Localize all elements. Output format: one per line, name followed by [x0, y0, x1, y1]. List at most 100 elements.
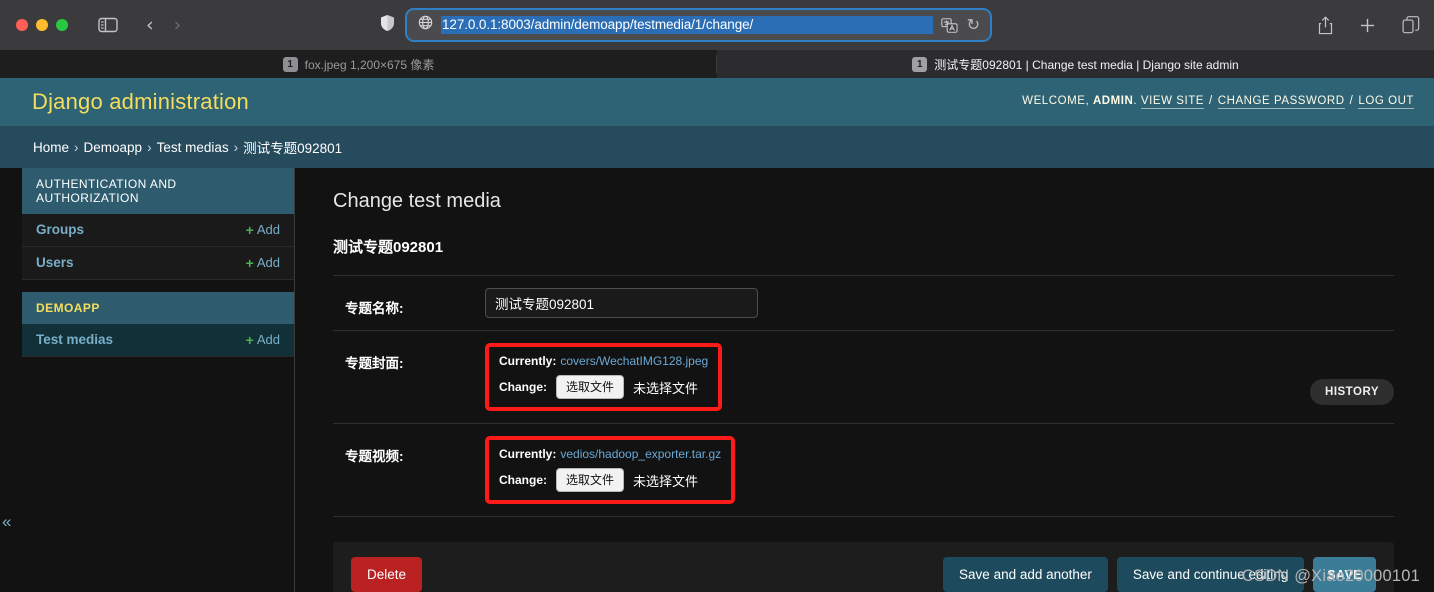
- field-label-name: 专题名称:: [345, 301, 404, 316]
- change-password-link[interactable]: CHANGE PASSWORD: [1217, 95, 1345, 109]
- toolbar-right-actions: [1318, 0, 1420, 50]
- change-form: 专题名称: 专题封面: Currently: covers/WechatIMG1…: [333, 275, 1394, 517]
- main-content: Change test media 测试专题092801 HISTORY 专题名…: [295, 168, 1434, 592]
- add-test-media-link[interactable]: + Add: [246, 332, 280, 347]
- sidebar-item-test-medias[interactable]: Test medias + Add: [22, 324, 294, 357]
- log-out-link[interactable]: LOG OUT: [1358, 95, 1414, 109]
- change-label: Change:: [499, 380, 547, 394]
- change-line-cover: Change: 选取文件 未选择文件: [499, 375, 708, 399]
- browser-tab-0[interactable]: 1 fox.jpeg 1,200×675 像素: [0, 50, 717, 78]
- add-groups-link[interactable]: + Add: [246, 222, 280, 237]
- url-text[interactable]: 127.0.0.1:8003/admin/demoapp/testmedia/1…: [441, 16, 933, 34]
- history-button[interactable]: HISTORY: [1310, 379, 1394, 405]
- breadcrumb-separator: ›: [147, 139, 152, 155]
- current-file-link-cover[interactable]: covers/WechatIMG128.jpeg: [560, 354, 708, 368]
- reload-icon[interactable]: ↻: [967, 15, 980, 35]
- currently-label: Currently:: [499, 354, 557, 368]
- browser-tab-bar: 1 fox.jpeg 1,200×675 像素 1 测试专题092801 | C…: [0, 50, 1434, 78]
- save-and-add-another-button[interactable]: Save and add another: [943, 557, 1108, 592]
- currently-label: Currently:: [499, 447, 557, 461]
- navigation-arrows[interactable]: ‹ ›: [146, 14, 181, 36]
- form-row-video: 专题视频: Currently: vedios/hadoop_exporter.…: [333, 424, 1394, 517]
- add-label: Add: [256, 255, 280, 270]
- sidebar-item-label[interactable]: Users: [36, 255, 74, 270]
- choose-file-button-cover[interactable]: 选取文件: [556, 375, 625, 399]
- breadcrumb-item-home[interactable]: Home: [33, 140, 69, 155]
- annotation-box-cover: Currently: covers/WechatIMG128.jpeg Chan…: [485, 343, 723, 411]
- view-site-link[interactable]: VIEW SITE: [1140, 95, 1204, 109]
- delete-button[interactable]: Delete: [351, 557, 423, 592]
- welcome-text: WELCOME,: [1022, 95, 1090, 107]
- sidebar-collapse-icon[interactable]: «: [2, 513, 11, 530]
- no-file-selected-cover: 未选择文件: [633, 380, 699, 396]
- current-file-link-video[interactable]: vedios/hadoop_exporter.tar.gz: [560, 447, 721, 461]
- forward-button-icon[interactable]: ›: [174, 14, 182, 36]
- tab-title: 测试专题092801 | Change test media | Django …: [934, 57, 1239, 72]
- breadcrumb-item-demoapp[interactable]: Demoapp: [84, 140, 143, 155]
- app-caption-demoapp[interactable]: DEMOAPP: [22, 292, 294, 324]
- field-wrapper-name: [485, 288, 1394, 318]
- user-tools: WELCOME, ADMIN . VIEW SITE / CHANGE PASS…: [1022, 95, 1414, 109]
- sidebar-item-users[interactable]: Users + Add: [22, 247, 294, 280]
- separator-2: /: [1349, 95, 1354, 107]
- tab-badge: 1: [912, 56, 928, 72]
- share-icon[interactable]: [1318, 15, 1333, 35]
- close-window-button[interactable]: [16, 19, 28, 31]
- currently-line-cover: Currently: covers/WechatIMG128.jpeg: [499, 354, 708, 368]
- browser-toolbar: ‹ › 127.0.0.1:8003/admin/demoapp/testmed…: [0, 0, 1434, 50]
- field-wrapper-cover: Currently: covers/WechatIMG128.jpeg Chan…: [485, 343, 1394, 411]
- watermark: CSDN @Xiao20000101: [1241, 567, 1420, 585]
- form-row-cover: 专题封面: Currently: covers/WechatIMG128.jpe…: [333, 331, 1394, 424]
- name-input[interactable]: [485, 288, 758, 318]
- app-caption-auth[interactable]: AUTHENTICATION AND AUTHORIZATION: [22, 168, 294, 214]
- choose-file-button-video[interactable]: 选取文件: [556, 468, 625, 492]
- minimize-window-button[interactable]: [36, 19, 48, 31]
- app-module-auth: AUTHENTICATION AND AUTHORIZATION Groups …: [22, 168, 294, 280]
- shield-icon[interactable]: [380, 14, 395, 37]
- back-button-icon[interactable]: ‹: [146, 14, 154, 36]
- translate-icon[interactable]: [940, 17, 958, 33]
- address-bar[interactable]: 127.0.0.1:8003/admin/demoapp/testmedia/1…: [405, 8, 992, 42]
- sidebar-item-label[interactable]: Groups: [36, 222, 84, 237]
- add-label: Add: [256, 222, 280, 237]
- submit-row: Delete Save and add another Save and con…: [333, 542, 1394, 592]
- currently-line-video: Currently: vedios/hadoop_exporter.tar.gz: [499, 447, 721, 461]
- breadcrumb-separator: ›: [74, 139, 79, 155]
- plus-icon: +: [245, 254, 254, 271]
- maximize-window-button[interactable]: [56, 19, 68, 31]
- field-label-cover: 专题封面:: [345, 356, 404, 371]
- field-wrapper-video: Currently: vedios/hadoop_exporter.tar.gz…: [485, 436, 1394, 504]
- window-controls[interactable]: [16, 19, 68, 31]
- sidebar-item-label[interactable]: Test medias: [36, 332, 113, 347]
- breadcrumb-item-test-medias[interactable]: Test medias: [157, 140, 229, 155]
- page-body: AUTHENTICATION AND AUTHORIZATION Groups …: [0, 168, 1434, 592]
- breadcrumb: Home › Demoapp › Test medias › 测试专题09280…: [0, 126, 1434, 168]
- change-line-video: Change: 选取文件 未选择文件: [499, 468, 721, 492]
- form-row-name: 专题名称:: [333, 276, 1394, 331]
- plus-icon: +: [245, 221, 254, 238]
- tab-overview-icon[interactable]: [1402, 16, 1420, 34]
- globe-icon: [418, 15, 433, 35]
- django-header: Django administration WELCOME, ADMIN . V…: [0, 78, 1434, 126]
- page-title: Change test media: [333, 190, 501, 212]
- change-label: Change:: [499, 473, 547, 487]
- tab-badge: 1: [282, 56, 298, 72]
- object-name-heading: 测试专题092801: [333, 239, 444, 256]
- breadcrumb-separator: ›: [233, 139, 239, 155]
- address-bar-area: 127.0.0.1:8003/admin/demoapp/testmedia/1…: [380, 8, 992, 42]
- nav-sidebar-wrapper: AUTHENTICATION AND AUTHORIZATION Groups …: [0, 168, 295, 592]
- separator-1: /: [1209, 95, 1213, 107]
- new-tab-icon[interactable]: [1359, 17, 1376, 34]
- add-label: Add: [256, 332, 280, 347]
- field-label-video: 专题视频:: [345, 449, 404, 464]
- sidebar-item-groups[interactable]: Groups + Add: [22, 214, 294, 247]
- site-title[interactable]: Django administration: [32, 89, 249, 115]
- app-module-demoapp: DEMOAPP Test medias + Add: [22, 292, 294, 357]
- add-users-link[interactable]: + Add: [246, 255, 280, 270]
- browser-tab-1[interactable]: 1 测试专题092801 | Change test media | Djang…: [717, 50, 1434, 78]
- breadcrumb-item-current: 测试专题092801: [243, 141, 343, 156]
- nav-sidebar: AUTHENTICATION AND AUTHORIZATION Groups …: [22, 168, 294, 357]
- no-file-selected-video: 未选择文件: [633, 473, 699, 489]
- sidebar-toggle-icon[interactable]: [98, 17, 118, 33]
- plus-icon: +: [245, 331, 254, 348]
